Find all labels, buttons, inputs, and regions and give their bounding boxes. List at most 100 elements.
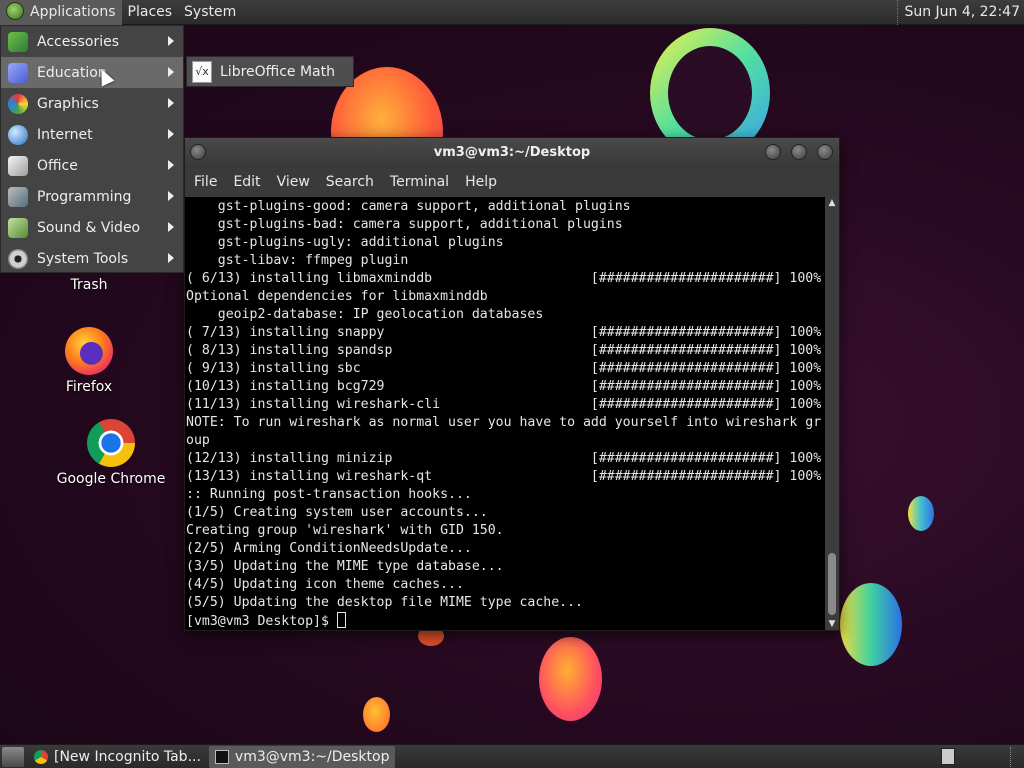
submenu-arrow-icon xyxy=(168,129,174,139)
desktop-orb-bottom xyxy=(539,637,602,721)
terminal-output[interactable]: gst-plugins-good: camera support, additi… xyxy=(185,197,825,630)
submenu-arrow-icon xyxy=(168,222,174,232)
firefox-icon xyxy=(65,327,113,375)
submenu-arrow-icon xyxy=(168,98,174,108)
clock[interactable]: Sun Jun 4, 22:47 xyxy=(897,0,1020,25)
workspace-switcher[interactable] xyxy=(941,748,955,765)
terminal-line: gst-plugins-good: camera support, additi… xyxy=(186,199,631,214)
terminal-line: (12/13) installing minizip [############… xyxy=(186,451,822,466)
terminal-prompt-line[interactable]: [vm3@vm3 Desktop]$ xyxy=(186,612,825,630)
menu-terminal[interactable]: Terminal xyxy=(384,174,455,190)
desktop-orb-right xyxy=(840,583,902,666)
applications-logo-icon xyxy=(6,1,24,20)
firefox-label: Firefox xyxy=(65,379,113,395)
menu-item-programming[interactable]: Programming xyxy=(1,181,183,212)
desktop-orb-tiny xyxy=(363,697,390,732)
terminal-titlebar[interactable]: vm3@vm3:~/Desktop xyxy=(185,138,839,167)
programming-icon xyxy=(8,186,28,207)
panel-handle xyxy=(1010,747,1018,767)
top-menu: Applications Places System xyxy=(0,0,242,25)
show-desktop-button[interactable] xyxy=(2,746,24,767)
submenu-arrow-icon xyxy=(168,253,174,263)
bottom-taskbar: [New Incognito Tab... vm3@vm3:~/Desktop xyxy=(0,744,1024,768)
desktop-icon-firefox[interactable]: Firefox xyxy=(34,327,144,395)
menu-item-label: Accessories xyxy=(37,33,120,50)
submenu-arrow-icon xyxy=(168,160,174,170)
sound-video-icon xyxy=(8,217,28,238)
terminal-icon xyxy=(214,749,229,764)
terminal-scrollbar[interactable]: ▲ ▼ xyxy=(825,197,839,630)
terminal-prompt: [vm3@vm3 Desktop]$ xyxy=(186,614,337,629)
close-button[interactable] xyxy=(817,144,833,160)
google-chrome-icon xyxy=(87,419,135,467)
internet-icon xyxy=(8,124,28,145)
terminal-line: ( 9/13) installing sbc [################… xyxy=(186,361,822,376)
terminal-line: (2/5) Arming ConditionNeedsUpdate... xyxy=(186,541,472,556)
terminal-menubar: File Edit View Search Terminal Help xyxy=(185,167,839,197)
menu-edit[interactable]: Edit xyxy=(227,174,266,190)
minimize-button[interactable] xyxy=(765,144,781,160)
taskbar-item-terminal[interactable]: vm3@vm3:~/Desktop xyxy=(208,745,396,768)
office-icon xyxy=(8,155,28,176)
terminal-line: ( 7/13) installing snappy [#############… xyxy=(186,325,822,340)
desktop-icon-trash[interactable]: Trash xyxy=(34,277,144,293)
menu-item-accessories[interactable]: Accessories xyxy=(1,26,183,57)
scroll-down-arrow-icon[interactable]: ▼ xyxy=(825,618,839,630)
terminal-line: NOTE: To run wireshark as normal user yo… xyxy=(186,415,822,430)
menu-item-education[interactable]: Education xyxy=(1,57,183,88)
libreoffice-math-icon: √x xyxy=(192,60,212,83)
menu-item-label: Internet xyxy=(37,126,93,143)
desktop-orb-small-blue xyxy=(908,496,934,531)
system-menu[interactable]: System xyxy=(178,0,242,25)
terminal-line: (4/5) Updating icon theme caches... xyxy=(186,577,464,592)
terminal-line: :: Running post-transaction hooks... xyxy=(186,487,472,502)
trash-label: Trash xyxy=(70,277,108,293)
maximize-button[interactable] xyxy=(791,144,807,160)
scroll-up-arrow-icon[interactable]: ▲ xyxy=(825,197,839,209)
terminal-line: Optional dependencies for libmaxminddb xyxy=(186,289,488,304)
taskbar-item-label: vm3@vm3:~/Desktop xyxy=(234,748,390,765)
applications-menu[interactable]: Applications xyxy=(0,0,122,25)
accessories-icon xyxy=(8,31,28,52)
menu-help[interactable]: Help xyxy=(459,174,503,190)
submenu-arrow-icon xyxy=(168,191,174,201)
education-icon xyxy=(8,62,28,83)
scrollbar-thumb[interactable] xyxy=(828,553,836,615)
menu-item-sound-video[interactable]: Sound & Video xyxy=(1,212,183,243)
system-tools-icon xyxy=(8,248,28,269)
menu-item-label: System Tools xyxy=(37,250,129,267)
window-menu-button[interactable] xyxy=(190,144,206,160)
taskbar-item-label: [New Incognito Tab... xyxy=(54,748,201,765)
menu-item-label: Programming xyxy=(37,188,132,205)
terminal-line: (13/13) installing wireshark-qt [#######… xyxy=(186,469,822,484)
applications-menu-label: Applications xyxy=(30,3,116,20)
menu-view[interactable]: View xyxy=(271,174,316,190)
menu-search[interactable]: Search xyxy=(320,174,380,190)
menu-item-graphics[interactable]: Graphics xyxy=(1,88,183,119)
menu-item-office[interactable]: Office xyxy=(1,150,183,181)
menu-item-label: Office xyxy=(37,157,78,174)
google-chrome-label: Google Chrome xyxy=(56,471,166,487)
top-panel: Applications Places System Sun Jun 4, 22… xyxy=(0,0,1024,25)
desktop-icon-google-chrome[interactable]: Google Chrome xyxy=(56,419,166,487)
terminal-line: oup xyxy=(186,433,210,448)
graphics-icon xyxy=(8,93,28,114)
menu-item-system-tools[interactable]: System Tools xyxy=(1,243,183,274)
submenu-arrow-icon xyxy=(168,67,174,77)
menu-file[interactable]: File xyxy=(188,174,223,190)
chrome-icon xyxy=(34,749,48,764)
terminal-line: (5/5) Updating the desktop file MIME typ… xyxy=(186,595,583,610)
places-menu[interactable]: Places xyxy=(122,0,179,25)
terminal-title: vm3@vm3:~/Desktop xyxy=(433,145,591,160)
terminal-line: gst-plugins-ugly: additional plugins xyxy=(186,235,504,250)
terminal-line: gst-plugins-bad: camera support, additio… xyxy=(186,217,623,232)
terminal-line: gst-libav: ffmpeg plugin xyxy=(186,253,409,268)
terminal-line: Creating group 'wireshark' with GID 150. xyxy=(186,523,504,538)
taskbar-item-chrome[interactable]: [New Incognito Tab... xyxy=(28,746,207,768)
terminal-line: (10/13) installing bcg729 [#############… xyxy=(186,379,822,394)
menu-item-internet[interactable]: Internet xyxy=(1,119,183,150)
submenu-arrow-icon xyxy=(168,36,174,46)
education-submenu: √x LibreOffice Math xyxy=(186,56,354,87)
terminal-line: geoip2-database: IP geolocation database… xyxy=(186,307,544,322)
submenu-item-libreoffice-math[interactable]: LibreOffice Math xyxy=(220,64,335,80)
